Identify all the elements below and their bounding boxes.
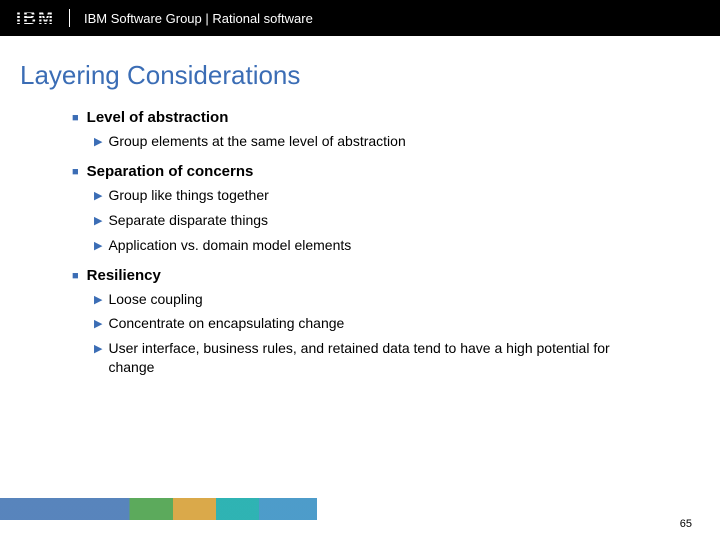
list-item-text: User interface, business rules, and reta… (108, 339, 632, 377)
section-heading: ■ Separation of concerns (72, 163, 632, 180)
square-bullet-icon: ■ (72, 112, 79, 124)
list-item: ▶ User interface, business rules, and re… (94, 339, 632, 377)
sub-list: ▶ Group like things together ▶ Separate … (94, 186, 632, 255)
triangle-bullet-icon: ▶ (94, 189, 102, 204)
sub-list: ▶ Loose coupling ▶ Concentrate on encaps… (94, 290, 632, 378)
page-number: 65 (680, 518, 692, 530)
section-heading: ■ Level of abstraction (72, 109, 632, 126)
triangle-bullet-icon: ▶ (94, 342, 102, 357)
section-heading-text: Level of abstraction (87, 109, 229, 126)
section-heading: ■ Resiliency (72, 267, 632, 284)
list-item-text: Concentrate on encapsulating change (108, 314, 344, 333)
square-bullet-icon: ■ (72, 166, 79, 178)
triangle-bullet-icon: ▶ (94, 317, 102, 332)
list-item: ▶ Loose coupling (94, 290, 632, 309)
list-item: ▶ Concentrate on encapsulating change (94, 314, 632, 333)
triangle-bullet-icon: ▶ (94, 135, 102, 150)
list-item: ▶ Group elements at the same level of ab… (94, 132, 632, 151)
footer: 65 (0, 498, 720, 532)
list-item-text: Loose coupling (108, 290, 202, 309)
slide-content: ■ Level of abstraction ▶ Group elements … (72, 109, 632, 377)
square-bullet-icon: ■ (72, 270, 79, 282)
list-item: ▶ Application vs. domain model elements (94, 236, 632, 255)
list-item: ▶ Group like things together (94, 186, 632, 205)
list-item-text: Group elements at the same level of abst… (108, 132, 405, 151)
header-bar: IBM IBM Software Group | Rational softwa… (0, 0, 720, 36)
section-heading-text: Resiliency (87, 267, 161, 284)
sub-list: ▶ Group elements at the same level of ab… (94, 132, 632, 151)
footer-graphic-strip (0, 498, 720, 520)
header-divider (69, 9, 70, 27)
list-item-text: Group like things together (108, 186, 268, 205)
list-item: ▶ Separate disparate things (94, 211, 632, 230)
triangle-bullet-icon: ▶ (94, 214, 102, 229)
triangle-bullet-icon: ▶ (94, 239, 102, 254)
slide-title: Layering Considerations (20, 60, 720, 91)
section-heading-text: Separation of concerns (87, 163, 254, 180)
ibm-logo: IBM (16, 9, 55, 27)
list-item-text: Application vs. domain model elements (108, 236, 351, 255)
list-item-text: Separate disparate things (108, 211, 268, 230)
header-group-text: IBM Software Group | Rational software (84, 11, 313, 26)
triangle-bullet-icon: ▶ (94, 293, 102, 308)
